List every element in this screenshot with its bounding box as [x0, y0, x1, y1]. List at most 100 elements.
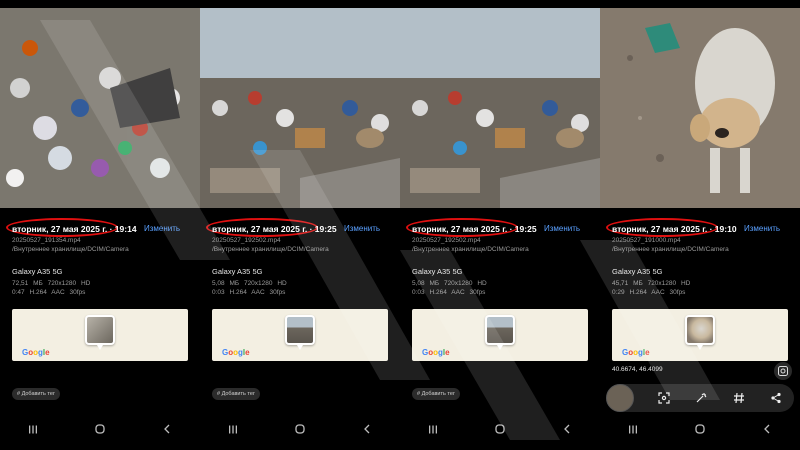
- back-icon[interactable]: [357, 422, 377, 436]
- file-size: 72,51 МБ: [12, 280, 43, 287]
- resolution: 720x1280: [47, 280, 77, 287]
- remaster-icon[interactable]: [693, 390, 709, 406]
- recents-icon[interactable]: [423, 422, 443, 436]
- duration: 0:03: [412, 289, 425, 296]
- back-icon[interactable]: [157, 422, 177, 436]
- lens-icon[interactable]: [774, 362, 792, 380]
- gps-coordinates: 40.6674, 46.4099: [612, 366, 663, 373]
- file-specs-row-1: 5,08 МБ 720x1280 HD: [412, 280, 487, 287]
- file-specs-row-2: 0:03 H.264 AAC 30fps: [412, 289, 485, 296]
- system-nav-bar: [600, 420, 800, 438]
- file-specs-row-1: 45,71 МБ 720x1280 HD: [612, 280, 690, 287]
- thumbnail-button[interactable]: [606, 384, 634, 412]
- gallery-details-panel-2: вторник, 27 мая 2025 г. · 19:25 Изменить…: [200, 0, 400, 450]
- file-name: 20250527_192502.mp4: [212, 237, 281, 244]
- video-thumbnail[interactable]: [600, 8, 800, 208]
- file-specs-row-2: 0:47 H.264 AAC 30fps: [12, 289, 85, 296]
- scan-icon[interactable]: [656, 390, 672, 406]
- video-thumbnail[interactable]: [0, 8, 200, 208]
- file-size: 5,08 МБ: [412, 280, 440, 287]
- google-logo: Google: [22, 348, 50, 357]
- resolution: 720x1280: [243, 280, 273, 287]
- video-codec: H.264: [29, 289, 47, 296]
- edit-button[interactable]: Изменить: [544, 224, 580, 233]
- edit-button[interactable]: Изменить: [344, 224, 380, 233]
- hashtag-icon[interactable]: [731, 390, 747, 406]
- viewer-toolbar: [606, 384, 794, 412]
- duration: 0:03: [212, 289, 225, 296]
- home-icon[interactable]: [490, 422, 510, 436]
- file-size: 45,71 МБ: [612, 280, 643, 287]
- audio-codec: AAC: [51, 289, 65, 296]
- file-size: 5,08 МБ: [212, 280, 240, 287]
- file-specs-row-2: 0:29 H.264 AAC 30fps: [612, 289, 685, 296]
- recents-icon[interactable]: [623, 422, 643, 436]
- map-pin: [485, 315, 515, 350]
- frame-rate: 30fps: [669, 289, 686, 296]
- location-map[interactable]: Google: [12, 309, 188, 361]
- back-icon[interactable]: [557, 422, 577, 436]
- file-name: 20250527_191354.mp4: [12, 237, 81, 244]
- audio-codec: AAC: [651, 289, 665, 296]
- device-name: Galaxy A35 5G: [412, 267, 463, 276]
- file-path: /Внутреннее хранилище/DCIM/Camera: [212, 246, 329, 253]
- google-logo: Google: [222, 348, 250, 357]
- edit-button[interactable]: Изменить: [144, 224, 180, 233]
- home-icon[interactable]: [290, 422, 310, 436]
- capture-datetime: вторник, 27 мая 2025 г. · 19:25: [412, 224, 537, 234]
- google-logo: Google: [422, 348, 450, 357]
- file-path: /Внутреннее хранилище/DCIM/Camera: [12, 246, 129, 253]
- video-thumbnail[interactable]: [200, 8, 400, 208]
- quality: HD: [277, 280, 287, 287]
- add-tag-button[interactable]: # Добавить тег: [12, 388, 60, 400]
- quality: HD: [680, 280, 691, 287]
- video-codec: H.264: [629, 289, 647, 296]
- back-icon[interactable]: [757, 422, 777, 436]
- location-map[interactable]: Google: [612, 309, 788, 361]
- video-codec: H.264: [229, 289, 247, 296]
- map-pin: [285, 315, 315, 350]
- location-map[interactable]: Google: [212, 309, 388, 361]
- resolution: 720x1280: [443, 280, 473, 287]
- system-nav-bar: [0, 420, 200, 438]
- home-icon[interactable]: [90, 422, 110, 436]
- google-logo: Google: [622, 348, 650, 357]
- edit-button[interactable]: Изменить: [744, 224, 780, 233]
- quality: HD: [80, 280, 91, 287]
- capture-datetime: вторник, 27 мая 2025 г. · 19:25: [212, 224, 337, 234]
- file-specs-row-1: 5,08 МБ 720x1280 HD: [212, 280, 287, 287]
- gallery-details-panel-1: вторник, 27 мая 2025 г. · 19:14 Изменить…: [0, 0, 200, 450]
- file-path: /Внутреннее хранилище/DCIM/Camera: [612, 246, 729, 253]
- video-codec: H.264: [429, 289, 447, 296]
- map-pin: [685, 315, 715, 350]
- quality: HD: [477, 280, 487, 287]
- device-name: Galaxy A35 5G: [612, 267, 663, 276]
- recents-icon[interactable]: [23, 422, 43, 436]
- file-name: 20250527_192502.mp4: [412, 237, 481, 244]
- system-nav-bar: [200, 420, 400, 438]
- file-name: 20250527_191000.mp4: [612, 237, 681, 244]
- frame-rate: 30fps: [469, 289, 486, 296]
- screenshot-strip: вторник, 27 мая 2025 г. · 19:14 Изменить…: [0, 0, 800, 450]
- map-pin: [85, 315, 115, 350]
- video-thumbnail[interactable]: [400, 8, 600, 208]
- home-icon[interactable]: [690, 422, 710, 436]
- duration: 0:47: [12, 289, 25, 296]
- file-specs-row-2: 0:03 H.264 AAC 30fps: [212, 289, 285, 296]
- gallery-details-panel-4: вторник, 27 мая 2025 г. · 19:10 Изменить…: [600, 0, 800, 450]
- device-name: Galaxy A35 5G: [12, 267, 63, 276]
- system-nav-bar: [400, 420, 600, 438]
- add-tag-button[interactable]: # Добавить тег: [212, 388, 260, 400]
- file-specs-row-1: 72,51 МБ 720x1280 HD: [12, 280, 90, 287]
- duration: 0:29: [612, 289, 625, 296]
- location-map[interactable]: Google: [412, 309, 588, 361]
- device-name: Galaxy A35 5G: [212, 267, 263, 276]
- frame-rate: 30fps: [269, 289, 286, 296]
- add-tag-button[interactable]: # Добавить тег: [412, 388, 460, 400]
- audio-codec: AAC: [451, 289, 465, 296]
- recents-icon[interactable]: [223, 422, 243, 436]
- share-icon[interactable]: [768, 390, 784, 406]
- file-path: /Внутреннее хранилище/DCIM/Camera: [412, 246, 529, 253]
- capture-datetime: вторник, 27 мая 2025 г. · 19:10: [612, 224, 737, 234]
- capture-datetime: вторник, 27 мая 2025 г. · 19:14: [12, 224, 137, 234]
